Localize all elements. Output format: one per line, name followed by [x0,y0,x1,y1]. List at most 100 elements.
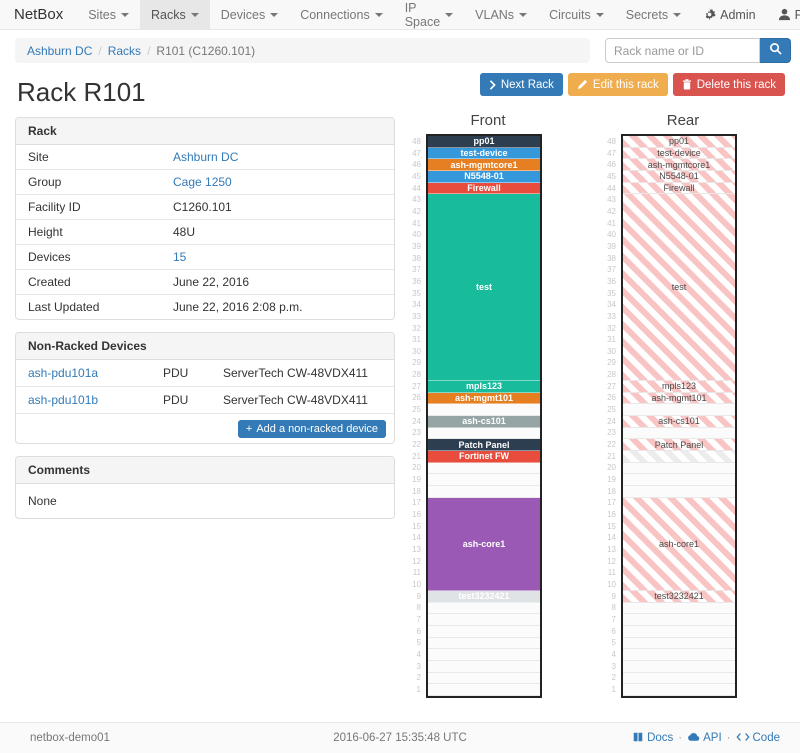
search-input[interactable] [605,38,760,63]
nav-item-secrets[interactable]: Secrets [615,0,692,29]
nav-item-connections[interactable]: Connections [289,0,394,29]
rack-device-ash-cs101[interactable]: ash-cs101 [623,416,735,428]
nav-item-ip-space[interactable]: IP Space [394,0,464,29]
rack-device-ash-mgmt101[interactable]: ash-mgmt101 [623,393,735,405]
rack-device-test3232421[interactable]: test3232421 [623,591,735,603]
rack-device-ash-mgmt101[interactable]: ash-mgmt101 [428,393,540,405]
rack-unit-empty [623,626,735,638]
unit-number: 11 [404,567,426,579]
person-icon [778,8,791,21]
breadcrumb-item[interactable]: Ashburn DC [27,44,92,58]
rack-unit-empty [623,649,735,661]
rack-device-ash-cs101[interactable]: ash-cs101 [428,416,540,428]
rack-device-ash-mgmtcore1[interactable]: ash-mgmtcore1 [623,159,735,171]
unit-number: 23 [599,427,621,439]
rack-device-patch-panel[interactable]: Patch Panel [623,439,735,451]
rack-device-test[interactable]: test [623,194,735,381]
unit-number: 18 [599,486,621,498]
footer-link-code[interactable]: Code [736,732,781,745]
rack-unit-empty [623,404,735,416]
unit-number: 30 [404,346,426,358]
rack-device-ash-core1[interactable]: ash-core1 [428,498,540,591]
nav-item-sites[interactable]: Sites [77,0,140,29]
chevron-down-icon [596,13,604,17]
rack-unit-empty [623,463,735,475]
unit-number: 45 [404,171,426,183]
code-icon [736,732,750,745]
unit-number: 40 [404,229,426,241]
rack-device-n5548-01[interactable]: N5548-01 [623,171,735,183]
rack-device-fortinet-fw[interactable]: Fortinet FW [428,451,540,463]
unit-number: 48 [404,136,426,148]
page-title: Rack R101 [17,77,146,108]
search-button[interactable] [760,38,791,63]
nav-item-vlans[interactable]: VLANs [464,0,538,29]
unit-number: 44 [404,183,426,195]
device-link[interactable]: ash-pdu101b [28,393,98,407]
rack-device-test[interactable]: test [428,194,540,381]
rack-device-test-device[interactable]: test-device [623,148,735,160]
rack-device-test-device[interactable]: test-device [428,148,540,160]
footer-link-api[interactable]: API [687,732,722,745]
unit-number: 14 [599,532,621,544]
rack-panel: Rack SiteAshburn DCGroupCage 1250Facilit… [15,117,395,320]
unit-number: 16 [599,509,621,521]
unit-number: 25 [404,404,426,416]
rack-unit-empty [623,638,735,650]
rack-device-mpls123[interactable]: mpls123 [428,381,540,393]
nav-item-devices[interactable]: Devices [210,0,289,29]
rack-unit-empty [623,673,735,685]
device-link[interactable]: ash-pdu101a [28,366,98,380]
delete-rack-button[interactable]: Delete this rack [673,73,785,96]
rack-device-pp01[interactable]: pp01 [428,136,540,148]
unit-number: 31 [404,334,426,346]
rack-attribute-row: Height48U [16,220,394,245]
rack-device-ash-mgmtcore1[interactable]: ash-mgmtcore1 [428,159,540,171]
next-rack-button[interactable]: Next Rack [480,73,563,96]
rack-unit-empty [428,661,540,673]
navbar: NetBox SitesRacksDevicesConnectionsIP Sp… [0,0,800,30]
rack-unit-empty [623,614,735,626]
footer: netbox-demo01 2016-06-27 15:35:48 UTC Do… [0,722,800,753]
rack-device-patch-panel[interactable]: Patch Panel [428,439,540,451]
front-elevation: Front 4847464544434241403938373635343332… [404,112,546,698]
unit-number: 10 [599,579,621,591]
unit-number: 43 [404,194,426,206]
nav-item-circuits[interactable]: Circuits [538,0,615,29]
rack-device-firewall[interactable]: Firewall [428,183,540,195]
rack-device-test3232421[interactable]: test3232421 [428,591,540,603]
rack-device-firewall[interactable]: Firewall [623,183,735,195]
attribute-link[interactable]: 15 [173,250,186,264]
unit-number: 36 [404,276,426,288]
breadcrumb-item[interactable]: Racks [108,44,141,58]
nav-item-racks[interactable]: Racks [140,0,210,29]
unit-number: 33 [404,311,426,323]
edit-rack-button[interactable]: Edit this rack [568,73,668,96]
attribute-link[interactable]: Ashburn DC [173,150,238,164]
rack-device-mpls123[interactable]: mpls123 [623,381,735,393]
chevron-down-icon [191,13,199,17]
chevron-down-icon [445,13,453,17]
rack-device-fortinet-fw[interactable] [623,451,735,463]
unit-number: 9 [404,591,426,603]
footer-timestamp: 2016-06-27 15:35:48 UTC [260,732,540,744]
gear-icon [703,8,716,21]
footer-link-docs[interactable]: Docs [632,731,673,746]
rack-device-n5548-01[interactable]: N5548-01 [428,171,540,183]
app-brand[interactable]: NetBox [0,0,77,29]
rack-device-pp01[interactable]: pp01 [623,136,735,148]
comments-panel: Comments None [15,456,395,519]
unit-number: 19 [404,474,426,486]
rack-unit-empty [623,428,735,440]
attribute-link[interactable]: Cage 1250 [173,175,232,189]
nav-item-admin[interactable]: Admin [692,0,766,29]
rack-unit-empty [428,649,540,661]
plus-icon: + [246,423,252,435]
rack-device-ash-core1[interactable]: ash-core1 [623,498,735,591]
rack-unit-empty [428,684,540,696]
add-nonracked-device-button[interactable]: + Add a non-racked device [238,420,386,438]
unit-number: 15 [599,521,621,533]
nav-item-profile[interactable]: Profile [767,0,800,29]
unit-number: 16 [404,509,426,521]
unit-number: 5 [404,637,426,649]
